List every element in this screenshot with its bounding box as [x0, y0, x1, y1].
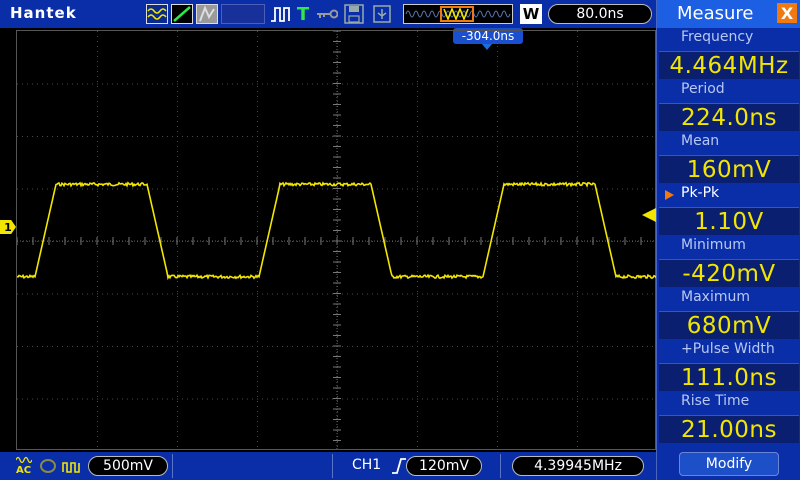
selection-arrow-icon — [665, 190, 674, 200]
trigger-edge-icon[interactable] — [270, 4, 292, 24]
divider — [500, 454, 501, 478]
zoom-window-button[interactable]: W — [520, 4, 542, 24]
measure-label-rise-time: Rise Time — [681, 393, 750, 409]
measure-label-frequency: Frequency — [681, 29, 754, 45]
trigger-level-readout[interactable]: 120mV — [406, 456, 482, 476]
timebase-readout[interactable]: 80.0ns — [548, 4, 652, 24]
rising-edge-icon[interactable] — [391, 458, 407, 478]
ch1-trace — [17, 181, 657, 281]
close-button[interactable]: X — [777, 3, 797, 23]
save-icon[interactable] — [344, 4, 364, 24]
ramp-icon[interactable] — [171, 4, 193, 24]
measure-label-mean: Mean — [681, 133, 720, 149]
ch1-ground-marker[interactable]: 1 — [0, 220, 16, 234]
ch1-trace-line — [17, 181, 657, 281]
top-status-bar: Hantek T W 80.0ns — [0, 0, 656, 28]
ac-coupling-icon[interactable]: AC — [15, 455, 33, 476]
measure-panel-header: Measure X — [657, 0, 800, 28]
memory-window-marker — [440, 6, 474, 22]
trigger-status-icon: T — [296, 3, 310, 25]
acquire-mode-box[interactable] — [221, 4, 265, 24]
brand-logo: Hantek — [10, 4, 77, 22]
measure-value-mean[interactable]: 160mV — [659, 155, 799, 183]
measure-panel: Measure X Frequency 4.464MHz Period 224.… — [656, 0, 800, 480]
measure-panel-title: Measure — [677, 3, 754, 24]
measure-value-maximum[interactable]: 680mV — [659, 311, 799, 339]
measure-value-rise-time[interactable]: 21.00ns — [659, 415, 799, 443]
waveform-display[interactable] — [16, 30, 657, 451]
measure-value-pk-pk[interactable]: 1.10V — [659, 207, 799, 235]
persistence-icon[interactable] — [196, 4, 218, 24]
trigger-level-marker[interactable] — [642, 208, 656, 222]
measure-value-period[interactable]: 224.0ns — [659, 103, 799, 131]
measure-label-pk-pk: Pk-Pk — [681, 185, 720, 201]
measure-value-frequency[interactable]: 4.464MHz — [659, 51, 799, 79]
frequency-counter-readout: 4.39945MHz — [512, 456, 644, 476]
measure-value-minimum[interactable]: -420mV — [659, 259, 799, 287]
usb-icon[interactable] — [372, 4, 392, 24]
key-icon[interactable] — [316, 4, 338, 24]
modify-button[interactable]: Modify — [679, 452, 779, 476]
volts-per-div-readout[interactable]: 500mV — [88, 456, 168, 476]
invert-icon[interactable] — [62, 460, 82, 478]
bottom-status-bar: AC 500mV CH1 120mV 4.39945MHz — [0, 452, 656, 480]
divider — [332, 454, 333, 478]
coupling-label: AC — [16, 465, 32, 476]
bandwidth-limit-icon[interactable] — [40, 459, 56, 473]
measure-value-pulse-width[interactable]: 111.0ns — [659, 363, 799, 391]
memory-depth-icon[interactable] — [403, 4, 513, 24]
trigger-source-label[interactable]: CH1 — [352, 457, 381, 473]
run-icon[interactable] — [146, 4, 168, 24]
measure-label-period: Period — [681, 81, 725, 97]
measure-label-maximum: Maximum — [681, 289, 750, 305]
measure-label-pulse-width: +Pulse Width — [681, 341, 775, 357]
measure-label-minimum: Minimum — [681, 237, 746, 253]
divider — [172, 454, 173, 478]
